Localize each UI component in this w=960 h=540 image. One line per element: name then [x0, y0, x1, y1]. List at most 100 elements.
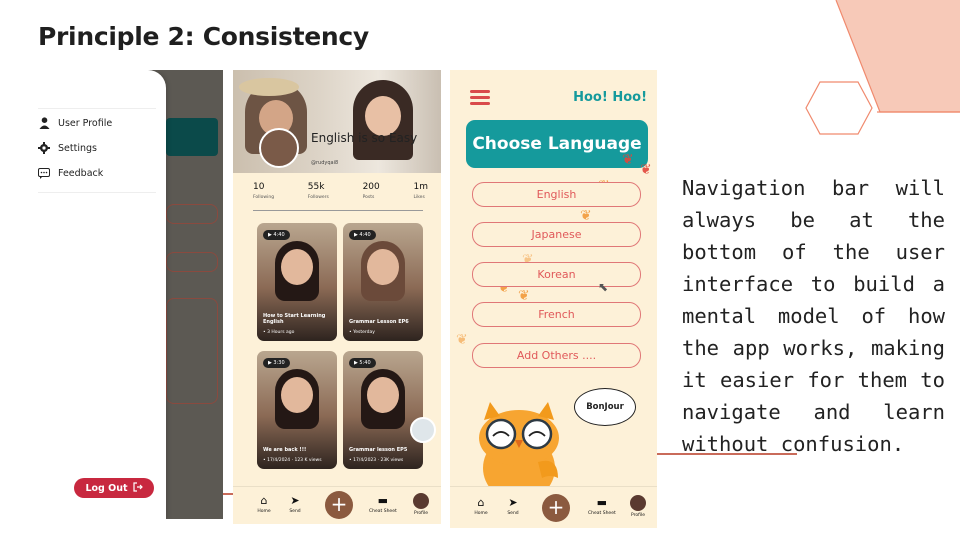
- hamburger-menu-icon[interactable]: [470, 90, 490, 105]
- nav-label: Profile: [631, 513, 645, 518]
- divider: [38, 192, 156, 193]
- stat-following[interactable]: 10 Following: [253, 182, 274, 200]
- video-title: How to Start Learning English: [263, 313, 326, 325]
- divider: [253, 210, 423, 211]
- profile-banner: English is so Easy @rudyqai8: [233, 70, 441, 173]
- speech-bubble: BonJour: [574, 388, 636, 426]
- home-icon: ⌂: [477, 495, 485, 509]
- menu-item-user-profile[interactable]: User Profile: [38, 117, 112, 129]
- stat-value: 10: [253, 182, 265, 192]
- video-meta: • 17/4/2024 · 123 K views: [263, 458, 322, 463]
- nav-home[interactable]: ⌂ Home: [474, 495, 488, 517]
- video-duration-badge: ▶ 4:40: [263, 230, 290, 240]
- bottom-navbar: ⌂ Home ➤ Send + ▬ Cheat Sheet Profile: [450, 486, 657, 528]
- video-card[interactable]: ▶ 4:40 Grammar Lesson EP6 • Yesterday: [343, 223, 423, 341]
- stat-value: 1m: [413, 182, 428, 192]
- background-field: [166, 298, 218, 404]
- language-option-japanese[interactable]: Japanese: [472, 222, 641, 247]
- language-option-french[interactable]: French: [472, 302, 641, 327]
- background-field: [166, 252, 218, 272]
- stat-followers[interactable]: 55k Followers: [308, 182, 329, 200]
- leaf-icon: ❦: [456, 332, 468, 348]
- gear-icon: [38, 142, 50, 154]
- nav-cheat-sheet[interactable]: ▬ Cheat Sheet: [588, 495, 616, 517]
- language-option-english[interactable]: English: [472, 182, 641, 207]
- stat-likes[interactable]: 1m Likes: [413, 182, 428, 200]
- banner-photo: [239, 78, 299, 96]
- profile-stats: 10 Following 55k Followers 200 Posts 1m Like…: [253, 182, 428, 200]
- logout-label: Log Out: [85, 482, 128, 494]
- background-field: [166, 204, 218, 224]
- add-button[interactable]: +: [542, 494, 570, 522]
- menu-item-feedback[interactable]: Feedback: [38, 167, 103, 179]
- feedback-icon: [38, 167, 50, 179]
- banner-photo: [365, 96, 401, 136]
- logout-button[interactable]: Log Out: [74, 478, 154, 498]
- menu-item-label: User Profile: [58, 117, 113, 129]
- leaf-icon: ❦: [622, 152, 634, 168]
- language-screen: Hoo! Hoo! Choose Language ❦ ❦ ❦ ❦ ❦ ❦ ❦ …: [450, 70, 657, 528]
- profile-headline: English is so Easy: [311, 131, 418, 145]
- user-icon: [38, 117, 50, 129]
- menu-item-label: Settings: [58, 142, 97, 154]
- video-card[interactable]: ▶ 3:30 We are back !!! • 17/4/2024 · 123…: [257, 351, 337, 469]
- stat-value: 200: [362, 182, 380, 192]
- video-meta: • 3 Hours ago: [263, 330, 295, 335]
- video-meta: • Yesterday: [349, 330, 375, 335]
- choose-language-header: Choose Language: [466, 120, 648, 168]
- background-card: [166, 118, 218, 156]
- folder-icon: ▬: [377, 493, 389, 507]
- nav-cheat-sheet[interactable]: ▬ Cheat Sheet: [369, 493, 397, 515]
- add-button[interactable]: +: [325, 491, 353, 519]
- leaf-icon: ❦: [640, 162, 652, 178]
- add-others-button[interactable]: Add Others ....: [472, 343, 641, 368]
- nav-label: Send: [507, 511, 519, 516]
- stat-label: Likes: [413, 195, 425, 200]
- send-icon: ➤: [290, 493, 300, 507]
- video-title: We are back !!!: [263, 447, 307, 453]
- nav-profile[interactable]: Profile: [630, 495, 646, 518]
- video-card[interactable]: ▶ 5:40 Grammar lesson EP5 • 17/4/2023 · …: [343, 351, 423, 469]
- home-icon: ⌂: [260, 493, 268, 507]
- nav-send[interactable]: ➤ Send: [506, 495, 520, 517]
- menu-item-settings[interactable]: Settings: [38, 142, 97, 154]
- avatar: [630, 495, 646, 511]
- nav-label: Home: [474, 511, 488, 516]
- nav-profile[interactable]: Profile: [413, 493, 429, 516]
- nav-label: Cheat Sheet: [369, 509, 397, 514]
- stat-label: Following: [253, 195, 275, 200]
- greeting-text: Hoo! Hoo!: [573, 90, 647, 105]
- stat-label: Posts: [362, 195, 375, 200]
- stat-posts[interactable]: 200 Posts: [363, 182, 380, 200]
- video-thumbnail: [367, 377, 399, 413]
- video-title: Grammar lesson EP5: [349, 447, 408, 453]
- video-card[interactable]: ▶ 4:40 How to Start Learning English • 3…: [257, 223, 337, 341]
- send-icon: ➤: [508, 495, 518, 509]
- video-thumbnail: [281, 249, 313, 285]
- nav-home[interactable]: ⌂ Home: [257, 493, 271, 515]
- assistant-icon[interactable]: [410, 417, 436, 443]
- video-duration-badge: ▶ 4:40: [349, 230, 376, 240]
- nav-label: Cheat Sheet: [588, 511, 616, 516]
- nav-send[interactable]: ➤ Send: [288, 493, 302, 515]
- side-drawer: User Profile Settings Feedback Log Out: [16, 70, 166, 519]
- folder-icon: ▬: [596, 495, 608, 509]
- divider: [657, 453, 797, 455]
- video-duration-badge: ▶ 5:40: [349, 358, 376, 368]
- bottom-navbar: ⌂ Home ➤ Send + ▬ Cheat Sheet Profile: [233, 486, 441, 524]
- profile-screen: English is so Easy @rudyqai8 10 Following…: [233, 70, 441, 524]
- stat-value: 55k: [307, 182, 325, 192]
- mouse-cursor-icon: ⬉: [598, 280, 609, 294]
- divider: [38, 108, 156, 109]
- drawer-screen: User Profile Settings Feedback Log Out: [16, 70, 223, 519]
- video-thumbnail: [281, 377, 313, 413]
- principle-description: Navigation bar will always be at the bot…: [682, 176, 945, 456]
- language-option-korean[interactable]: Korean: [472, 262, 641, 287]
- profile-handle: @rudyqai8: [311, 160, 339, 166]
- slide: { "slide": { "title": "Principle 2: Cons…: [0, 0, 960, 540]
- nav-label: Home: [257, 509, 271, 514]
- video-thumbnail: [367, 249, 399, 285]
- nav-label: Profile: [414, 511, 428, 516]
- avatar[interactable]: [259, 128, 299, 168]
- video-meta: • 17/4/2023 · 23K views: [349, 458, 404, 463]
